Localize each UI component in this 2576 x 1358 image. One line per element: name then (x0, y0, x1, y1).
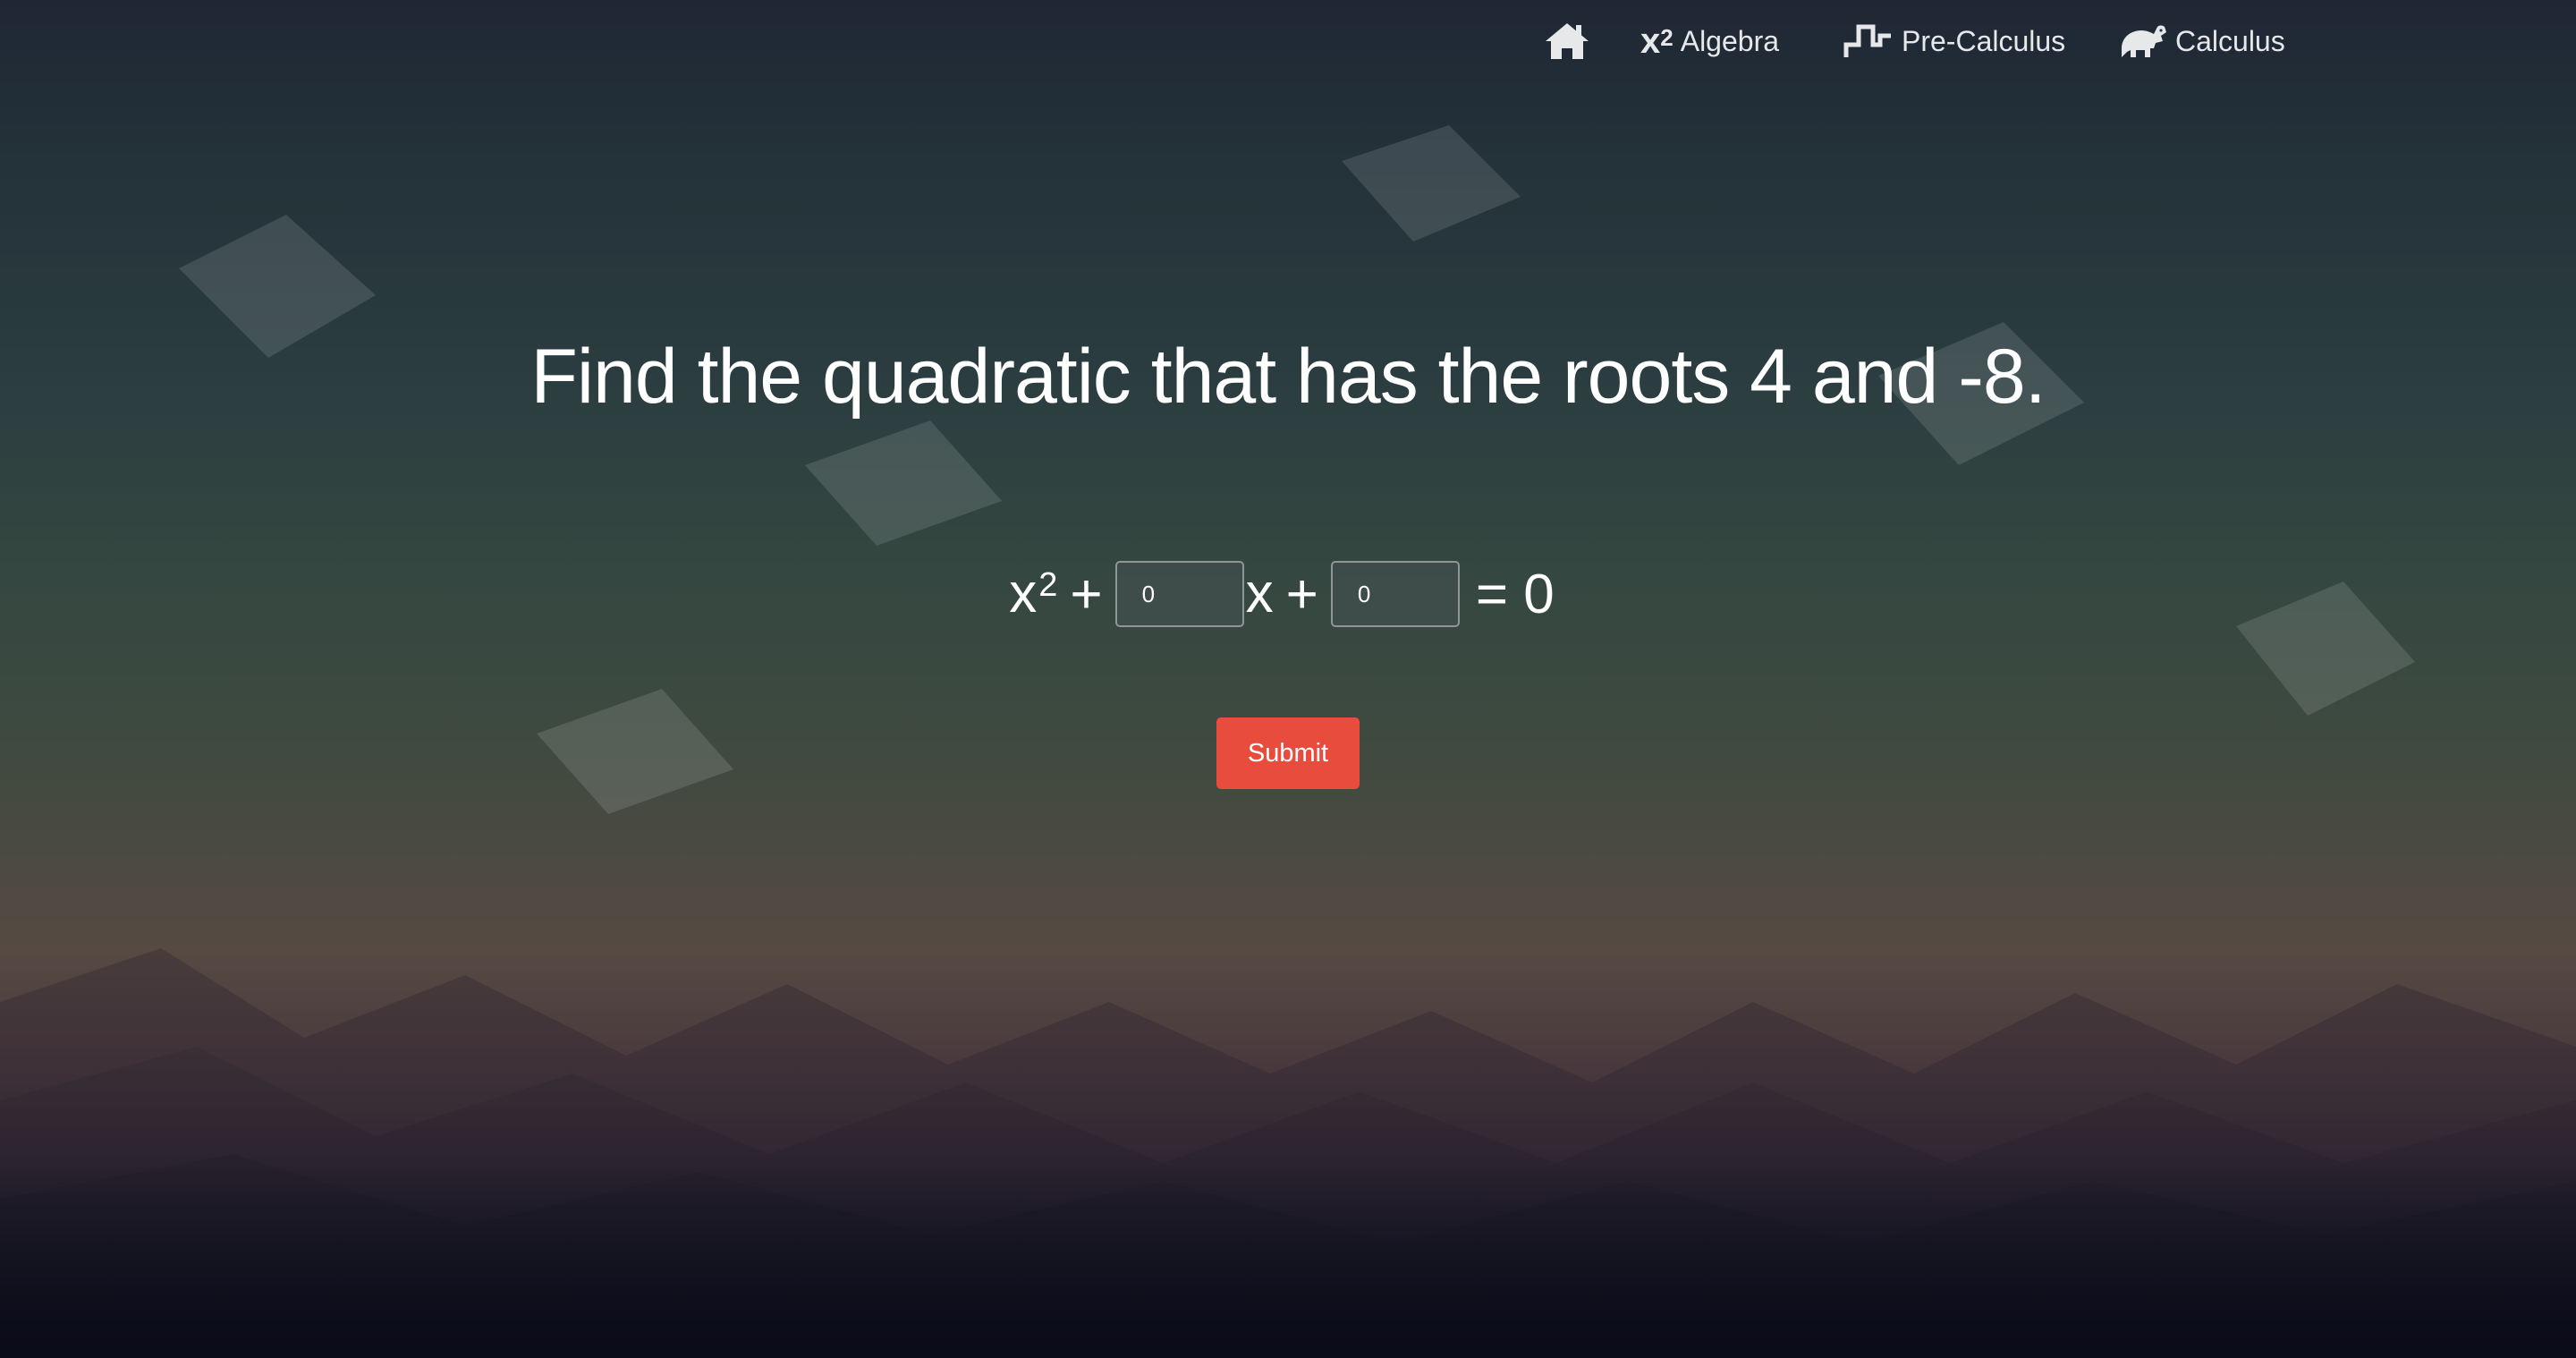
nav-calculus-link[interactable]: Calculus (2118, 13, 2285, 70)
coefficient-c-input[interactable] (1330, 561, 1460, 627)
plus-sign: + (1070, 563, 1103, 625)
nav-precalculus-label: Pre-Calculus (1902, 24, 2066, 57)
dinosaur-icon (2118, 21, 2168, 61)
nav-precalculus-link[interactable]: Pre-Calculus (1843, 13, 2065, 70)
nav-home-link[interactable] (1544, 13, 1597, 70)
home-icon (1544, 21, 1590, 61)
equation-row: x2 + x + = 0 (0, 558, 2576, 630)
equals-zero: = 0 (1475, 563, 1555, 625)
coefficient-b-input[interactable] (1114, 561, 1244, 627)
plus-sign: + (1285, 563, 1318, 625)
step-function-icon (1843, 21, 1894, 61)
question-text: Find the quadratic that has the roots 4 … (530, 334, 2046, 420)
nav-algebra-label: Algebra (1680, 24, 1780, 57)
x-squared-term: x2 (1009, 563, 1058, 624)
top-nav: x2 Algebra Pre-Calculus Calculus (0, 0, 2576, 82)
nav-calculus-label: Calculus (2175, 24, 2285, 57)
x-term: x (1245, 563, 1274, 624)
background-art (0, 125, 2576, 1358)
x-squared-icon: x2 (1640, 21, 1674, 61)
nav-algebra-link[interactable]: x2 Algebra (1640, 13, 1779, 70)
submit-button[interactable]: Submit (1216, 717, 1360, 789)
